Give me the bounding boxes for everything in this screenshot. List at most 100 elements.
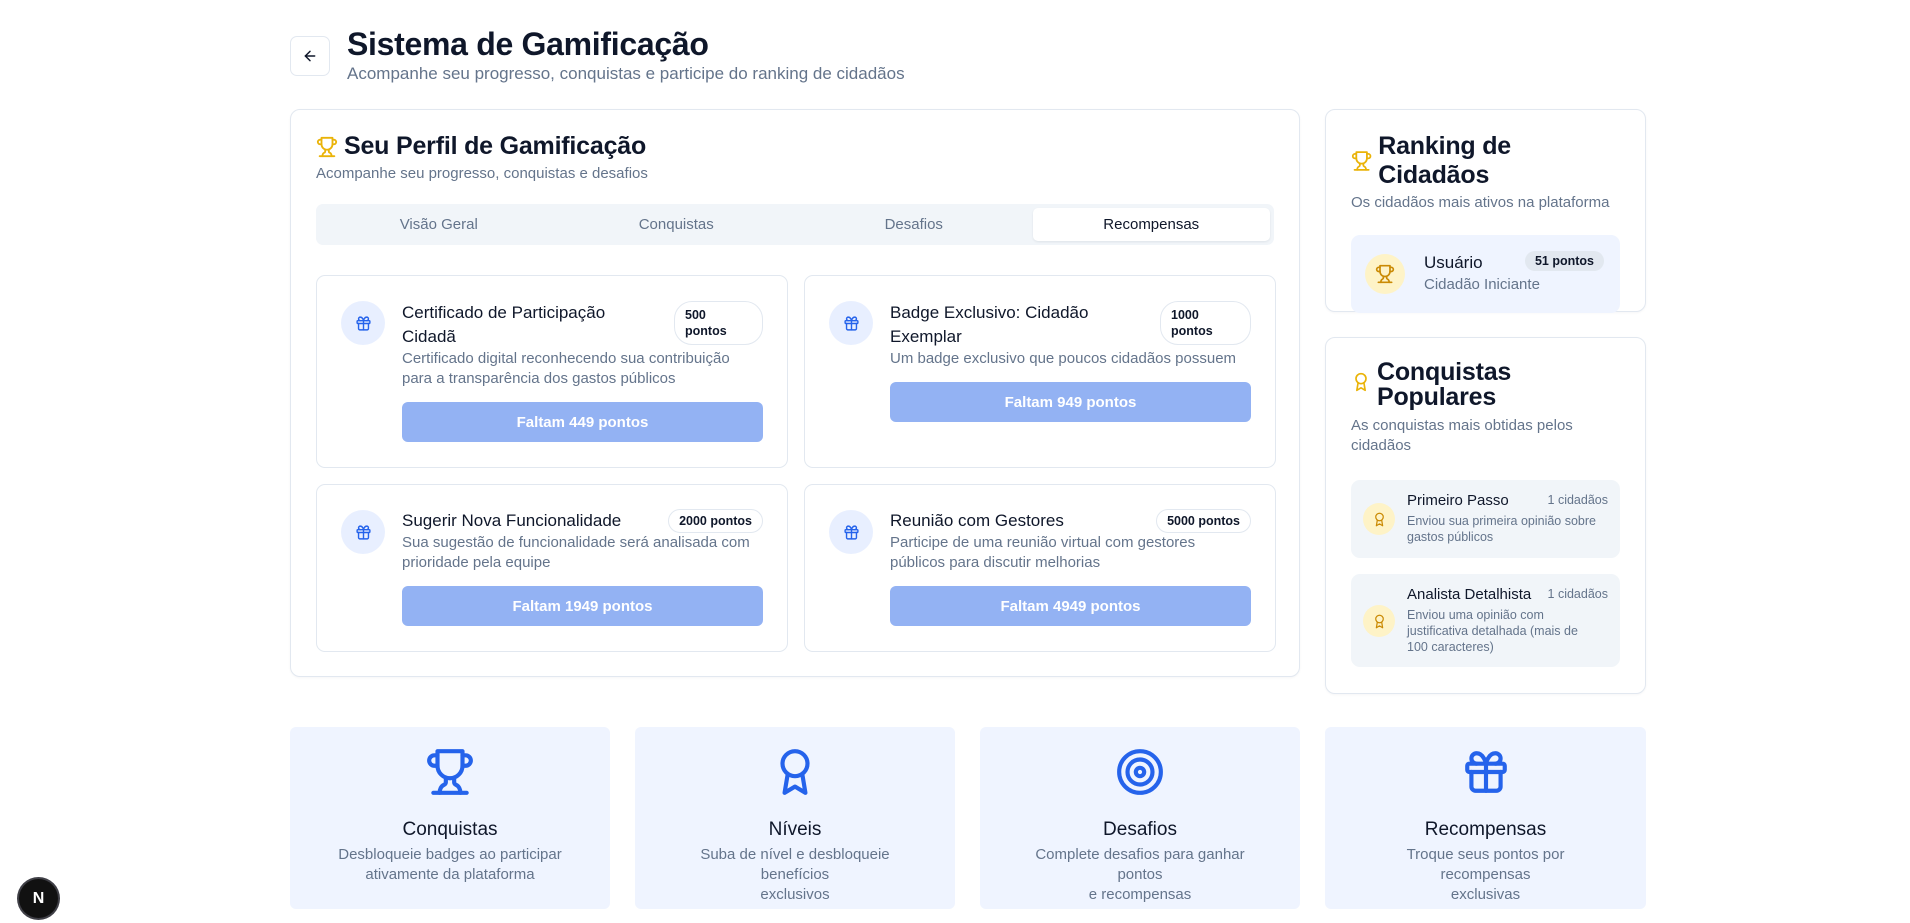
page-title: Sistema de Gamificação <box>347 26 709 62</box>
achievement-desc-line: justificativa detalhada (mais de <box>1407 624 1578 638</box>
feature-desc-line: Desbloqueie badges ao participar <box>338 846 562 863</box>
redeem-button[interactable]: Faltam 1949 pontos <box>402 586 763 626</box>
achievement-description: Enviou sua primeira opinião sobre gastos… <box>1407 513 1610 545</box>
reward-desc-line: públicos para discutir melhorias <box>890 554 1101 571</box>
tab-overview[interactable]: Visão Geral <box>320 208 558 241</box>
ranking-user-name: Usuário <box>1424 253 1483 272</box>
popular-list: Primeiro Passo 1 cidadãos Enviou sua pri… <box>1351 480 1620 667</box>
reward-title-line: Badge Exclusivo: Cidadão <box>890 303 1089 322</box>
reward-points-line: pontos <box>1171 324 1213 338</box>
ranking-title-text: Ranking de Cidadãos <box>1378 132 1511 189</box>
reward-title-line: Certificado de Participação <box>402 303 606 322</box>
feature-icon-wrap <box>1325 747 1646 797</box>
feature-title: Desafios <box>1103 819 1177 840</box>
feature-card-challenges: Desafios Complete desafios para ganhar p… <box>980 727 1300 909</box>
popular-desc-line: As conquistas mais obtidas pelos <box>1351 417 1573 434</box>
back-button[interactable] <box>290 36 330 76</box>
feature-title: Recompensas <box>1424 819 1547 840</box>
page-header: Sistema de Gamificação Acompanhe seu pro… <box>290 26 1650 86</box>
page-subtitle: Acompanhe seu progresso, conquistas e pa… <box>347 64 905 83</box>
feature-desc-line: exclusivos <box>760 886 830 903</box>
feature-desc-line: Troque seus pontos por recompensas <box>1406 846 1565 883</box>
gift-icon <box>355 524 371 540</box>
reward-title: Certificado de Participação Cidadã <box>402 301 605 349</box>
reward-desc-line: prioridade pela equipe <box>402 554 551 571</box>
ranking-card: Ranking de Cidadãos Os cidadãos mais ati… <box>1325 109 1646 313</box>
achievement-item[interactable]: Primeiro Passo 1 cidadãos Enviou sua pri… <box>1351 480 1620 558</box>
feature-icon-wrap <box>290 747 610 797</box>
profile-card-title: Seu Perfil de Gamificação <box>316 132 1274 161</box>
profile-tabs: Visão Geral Conquistas Desafios Recompen… <box>316 204 1274 245</box>
tab-achievements[interactable]: Conquistas <box>558 208 796 241</box>
target-icon <box>1117 749 1163 795</box>
achievement-icon-wrap <box>1363 503 1395 535</box>
redeem-button[interactable]: Faltam 4949 pontos <box>890 586 1251 626</box>
gift-icon-wrap <box>829 301 873 345</box>
reward-desc-line: Participe de uma reunião virtual com ges… <box>890 534 1196 551</box>
feature-description: Suba de nível e desbloqueie benefícios e… <box>675 845 915 905</box>
achievement-item[interactable]: Analista Detalhista 1 cidadãos Enviou um… <box>1351 574 1620 667</box>
trophy-icon <box>1375 264 1395 284</box>
reward-card: Reunião com Gestores 5000 pontos Partici… <box>804 484 1276 652</box>
reward-desc-line: Sua sugestão de funcionalidade será anal… <box>402 534 750 551</box>
feature-desc-line: exclusivas <box>1450 886 1521 903</box>
reward-card: Sugerir Nova Funcionalidade 2000 pontos … <box>316 484 788 652</box>
reward-points-badge: 2000 pontos <box>668 509 763 533</box>
award-icon <box>1374 512 1384 526</box>
gift-icon-wrap <box>341 301 385 345</box>
ranking-user-level: Cidadão Iniciante <box>1424 276 1540 293</box>
dev-tools-badge[interactable]: N <box>19 879 58 918</box>
trophy-icon <box>316 136 338 157</box>
trophy-icon <box>1351 151 1372 171</box>
gift-icon <box>843 524 859 540</box>
tab-rewards[interactable]: Recompensas <box>1032 208 1270 241</box>
achievement-desc-line: Enviou uma opinião com <box>1407 608 1544 622</box>
feature-icon-wrap <box>980 747 1300 797</box>
reward-title: Sugerir Nova Funcionalidade <box>402 511 622 530</box>
reward-card: Badge Exclusivo: Cidadão Exemplar 1000 p… <box>804 275 1276 468</box>
feature-desc-line: ativamente da plataforma <box>365 866 535 883</box>
tab-challenges[interactable]: Desafios <box>795 208 1033 241</box>
popular-desc-line: cidadãos <box>1351 437 1412 454</box>
popular-card-title: Conquistas Populares <box>1351 360 1620 410</box>
reward-desc-line: para a transparência dos gastos públicos <box>402 370 676 387</box>
gift-icon-wrap <box>341 510 385 554</box>
achievement-desc-line: 100 caracteres) <box>1407 640 1494 654</box>
reward-points-badge: 1000 pontos <box>1160 301 1251 345</box>
reward-points-line: 500 <box>685 308 706 322</box>
feature-card-rewards: Recompensas Troque seus pontos por recom… <box>1325 727 1646 909</box>
ranking-points-badge: 51 pontos <box>1524 251 1604 271</box>
feature-title: Conquistas <box>402 819 498 840</box>
ranking-description: Os cidadãos mais ativos na plataforma <box>1351 194 1610 211</box>
feature-desc-line: Complete desafios para ganhar pontos <box>1035 846 1245 883</box>
ranking-entry[interactable]: Usuário Cidadão Iniciante 51 pontos <box>1351 235 1620 313</box>
trophy-icon <box>427 749 473 795</box>
reward-title: Reunião com Gestores <box>890 511 1064 530</box>
ranking-card-title: Ranking de Cidadãos <box>1351 132 1620 190</box>
achievement-count: 1 cidadãos <box>1547 587 1608 601</box>
achievement-icon-wrap <box>1363 605 1395 637</box>
reward-description: Certificado digital reconhecendo sua con… <box>402 349 730 389</box>
achievement-count: 1 cidadãos <box>1547 493 1608 507</box>
popular-title-line: Populares <box>1377 383 1497 411</box>
popular-title-text: Conquistas Populares <box>1377 360 1511 410</box>
reward-card: Certificado de Participação Cidadã 500 p… <box>316 275 788 468</box>
feature-icon-wrap <box>635 747 955 797</box>
reward-description: Sua sugestão de funcionalidade será anal… <box>402 533 750 573</box>
feature-desc-line: Suba de nível e desbloqueie benefícios <box>700 846 890 883</box>
redeem-button[interactable]: Faltam 949 pontos <box>890 382 1251 422</box>
achievement-desc-line: Enviou sua primeira opinião sobre <box>1407 514 1596 528</box>
achievement-desc-line: gastos públicos <box>1407 530 1494 544</box>
gift-icon-wrap <box>829 510 873 554</box>
redeem-button[interactable]: Faltam 449 pontos <box>402 402 763 442</box>
reward-title: Badge Exclusivo: Cidadão Exemplar <box>890 301 1088 349</box>
reward-description: Participe de uma reunião virtual com ges… <box>890 533 1195 573</box>
reward-points-badge: 5000 pontos <box>1156 509 1251 533</box>
award-icon <box>1374 614 1384 628</box>
achievement-name: Analista Detalhista <box>1407 586 1532 603</box>
profile-title-text: Seu Perfil de Gamificação <box>344 132 647 160</box>
popular-description: As conquistas mais obtidas pelos cidadão… <box>1351 416 1620 456</box>
achievement-name: Primeiro Passo <box>1407 492 1509 509</box>
reward-title-line: Cidadã <box>402 327 456 346</box>
reward-desc-line: Um badge exclusivo que poucos cidadãos p… <box>890 350 1237 367</box>
